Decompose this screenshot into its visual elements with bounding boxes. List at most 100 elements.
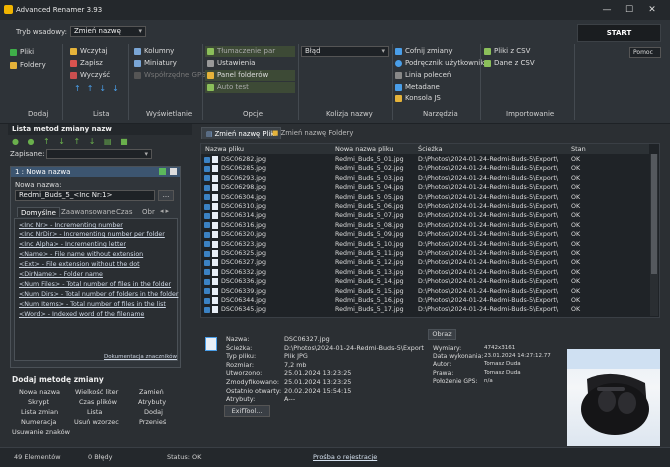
columns-button[interactable]: Kolumny xyxy=(134,46,174,57)
clear-button[interactable]: Wyczyść xyxy=(70,70,110,81)
close-method-icon[interactable] xyxy=(170,168,177,175)
save-button[interactable]: Zapisz xyxy=(70,58,103,69)
table-row[interactable]: DSC06293.jpg Redmi_Buds_5_03.jpg D:\Photos… xyxy=(201,174,649,183)
tab-time[interactable]: Czas xyxy=(113,207,136,217)
minimize-icon[interactable]: — xyxy=(596,3,618,17)
add-file-time[interactable]: Czas plików xyxy=(79,398,117,406)
data-from-csv-button[interactable]: Dane z CSV xyxy=(484,58,535,69)
command-line-button[interactable]: Linia poleceń xyxy=(395,70,451,81)
table-row[interactable]: DSC06336.jpg Redmi_Buds_5_14.jpg D:\Photos… xyxy=(201,277,649,286)
tag-num-items[interactable]: <Num Items> - Total number of files in t… xyxy=(19,301,166,308)
add-change-list[interactable]: Lista zmian xyxy=(21,408,58,416)
browse-button[interactable]: ... xyxy=(158,190,174,201)
table-row[interactable]: DSC06282.jpg Redmi_Buds_5_01.jpg D:\Photos… xyxy=(201,155,649,164)
col-new-filename[interactable]: Nowa nazwa pliku xyxy=(335,145,394,153)
table-row[interactable]: DSC06344.jpg Redmi_Buds_5_16.jpg D:\Photos… xyxy=(201,296,649,305)
gps-button[interactable]: Współrzędne GPS xyxy=(134,70,206,81)
tag-inc-nrdir[interactable]: <Inc NrDir> - Incrementing number per fo… xyxy=(19,231,165,238)
load-button[interactable]: Wczytaj xyxy=(70,46,108,57)
add-new-name[interactable]: Nowa nazwa xyxy=(19,388,60,396)
add-move[interactable]: Przenieś xyxy=(139,418,166,426)
js-console-button[interactable]: Konsola JS xyxy=(395,93,441,104)
add-case[interactable]: Wielkość liter xyxy=(75,388,118,396)
undo-button[interactable]: Cofnij zmiany xyxy=(395,46,453,57)
tab-scroll-arrows[interactable]: ◂▸ xyxy=(160,207,171,215)
table-row[interactable]: DSC06320.jpg Redmi_Buds_5_09.jpg D:\Photos… xyxy=(201,230,649,239)
table-row[interactable]: DSC06339.jpg Redmi_Buds_5_15.jpg D:\Photos… xyxy=(201,287,649,296)
tab-default[interactable]: Domyślne xyxy=(17,207,60,217)
col-filename[interactable]: Nazwa pliku xyxy=(205,145,244,153)
move-arrows-icon[interactable]: ↑↑↓↓ xyxy=(74,84,125,93)
checkbox-icon[interactable] xyxy=(204,231,210,238)
table-row[interactable]: DSC06304.jpg Redmi_Buds_5_05.jpg D:\Photos… xyxy=(201,193,649,202)
close-icon[interactable]: ✕ xyxy=(641,3,663,17)
tab-advanced[interactable]: Zaawansowane xyxy=(58,207,119,217)
checkbox-icon[interactable] xyxy=(204,259,210,266)
register-link[interactable]: Prośba o rejestracje xyxy=(313,453,377,461)
add-list[interactable]: Lista xyxy=(87,408,102,416)
add-files-button[interactable]: Pliki xyxy=(10,47,34,58)
enable-checkbox-icon[interactable] xyxy=(159,168,166,175)
tag-word[interactable]: <Word> - Indexed word of the filename xyxy=(19,311,144,318)
add-script[interactable]: Skrypt xyxy=(28,398,49,406)
table-row[interactable]: DSC06310.jpg Redmi_Buds_5_06.jpg D:\Photos… xyxy=(201,202,649,211)
batch-mode-select[interactable]: Zmień nazwę xyxy=(70,26,146,37)
collision-select[interactable]: Błąd ▾ xyxy=(301,46,389,57)
table-row[interactable]: DSC06345.jpg Redmi_Buds_5_17.jpg D:\Photos… xyxy=(201,305,649,314)
col-path[interactable]: Ścieżka xyxy=(418,145,443,153)
tag-ext[interactable]: <Ext> - File extension without the dot xyxy=(19,261,140,268)
checkbox-icon[interactable] xyxy=(204,306,210,313)
checkbox-icon[interactable] xyxy=(204,203,210,210)
table-row[interactable]: DSC06325.jpg Redmi_Buds_5_11.jpg D:\Photos… xyxy=(201,249,649,258)
col-status[interactable]: Stan xyxy=(571,145,586,153)
docs-link[interactable]: Dokumentacja znaczników xyxy=(104,354,177,360)
tag-inc-nr[interactable]: <Inc Nr> - Incrementing number xyxy=(19,222,123,229)
tab-rename-folders[interactable]: ■ Zmień nazwę Foldery xyxy=(268,127,357,139)
checkbox-icon[interactable] xyxy=(204,212,210,219)
checkbox-icon[interactable] xyxy=(204,241,210,248)
tag-dirname[interactable]: <DirName> - Folder name xyxy=(19,271,103,278)
folder-panel-toggle[interactable]: Panel folderów xyxy=(205,70,295,81)
table-row[interactable]: DSC06323.jpg Redmi_Buds_5_10.jpg D:\Photos… xyxy=(201,240,649,249)
checkbox-icon[interactable] xyxy=(204,222,210,229)
maximize-icon[interactable]: ☐ xyxy=(618,3,640,17)
thumbnails-button[interactable]: Miniatury xyxy=(134,58,177,69)
saved-select[interactable]: ▾ xyxy=(46,149,152,159)
add-append[interactable]: Dodaj xyxy=(144,408,163,416)
table-row[interactable]: DSC06327.jpg Redmi_Buds_5_12.jpg D:\Photos… xyxy=(201,258,649,267)
tag-inc-alpha[interactable]: <Inc Alpha> - Incrementing letter xyxy=(19,241,126,248)
new-name-input[interactable]: Redmi_Buds_5_<Inc Nr:1> xyxy=(15,190,155,201)
tag-num-files[interactable]: <Num Files> - Total number of files in t… xyxy=(19,281,171,288)
scrollbar-thumb[interactable] xyxy=(651,154,657,274)
settings-button[interactable]: Ustawienia xyxy=(205,58,255,69)
add-remove-chars[interactable]: Usuwanie znaków xyxy=(12,428,70,436)
checkbox-icon[interactable] xyxy=(204,194,210,201)
help-button[interactable]: Pomoc xyxy=(629,47,661,58)
tab-image-info[interactable]: Obraz xyxy=(428,329,456,340)
add-attributes[interactable]: Atrybuty xyxy=(138,398,166,406)
table-row[interactable]: DSC06298.jpg Redmi_Buds_5_04.jpg D:\Photos… xyxy=(201,183,649,192)
table-row[interactable]: DSC06314.jpg Redmi_Buds_5_07.jpg D:\Photos… xyxy=(201,211,649,220)
checkbox-icon[interactable] xyxy=(204,269,210,276)
tag-name[interactable]: <Name> - File name without extension xyxy=(19,251,143,258)
add-folders-button[interactable]: Foldery xyxy=(10,60,46,71)
metadata-button[interactable]: Metadane xyxy=(395,82,440,93)
checkbox-icon[interactable] xyxy=(204,288,210,295)
method-title[interactable]: 1 : Nowa nazwa xyxy=(11,167,180,177)
checkbox-icon[interactable] xyxy=(204,175,210,182)
checkbox-icon[interactable] xyxy=(204,278,210,285)
pair-translation-toggle[interactable]: Tłumaczenie par xyxy=(205,46,295,57)
checkbox-icon[interactable] xyxy=(204,250,210,257)
table-row[interactable]: DSC06332.jpg Redmi_Buds_5_13.jpg D:\Photos… xyxy=(201,268,649,277)
add-replace[interactable]: Zamień xyxy=(139,388,164,396)
tab-image[interactable]: Obr xyxy=(139,207,158,217)
auto-test-toggle[interactable]: Auto test xyxy=(205,82,295,93)
checkbox-icon[interactable] xyxy=(204,156,210,163)
checkbox-icon[interactable] xyxy=(204,297,210,304)
manual-button[interactable]: Podręcznik użytkownika xyxy=(395,58,488,69)
checkbox-icon[interactable] xyxy=(204,184,210,191)
add-remove-pattern[interactable]: Usuń wzorzec xyxy=(74,418,119,426)
files-from-csv-button[interactable]: Pliki z CSV xyxy=(484,46,530,57)
table-row[interactable]: DSC06316.jpg Redmi_Buds_5_08.jpg D:\Photos… xyxy=(201,221,649,230)
tag-num-dirs[interactable]: <Num Dirs> - Total number of folders in … xyxy=(19,291,178,298)
